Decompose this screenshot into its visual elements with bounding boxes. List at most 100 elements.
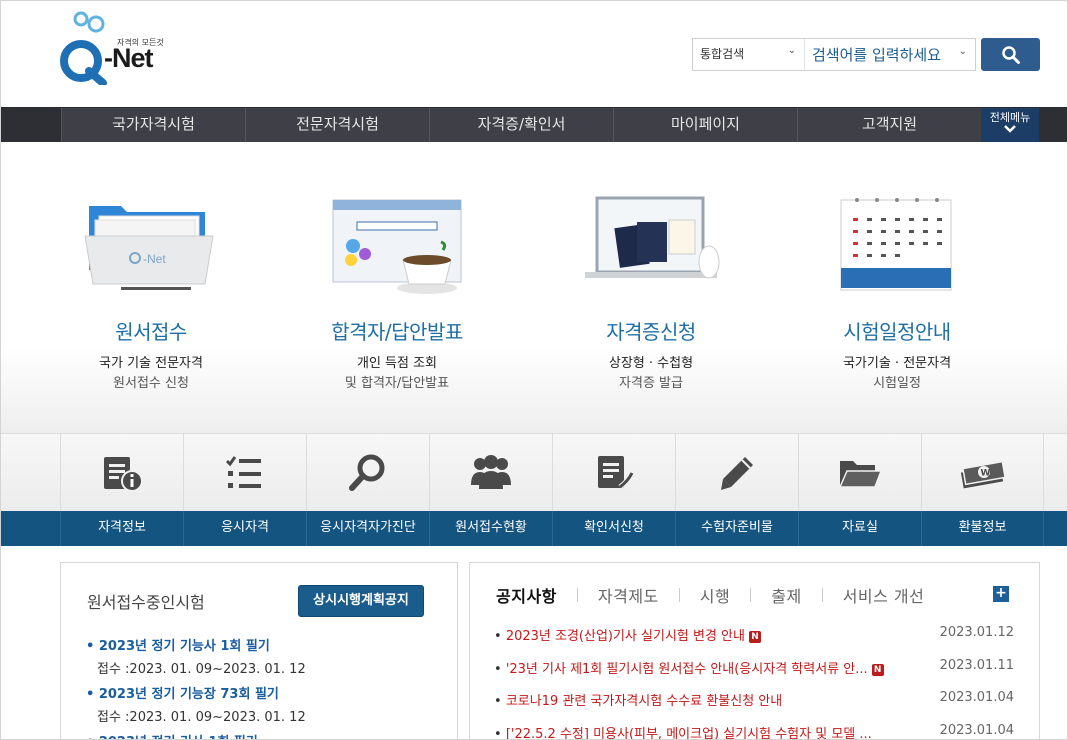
page: 자격의 모든것 -Net 통합검색 ⌄ 검색어를 입력하세요 ⌄ 국가자격시험 … xyxy=(0,0,1068,740)
hero-title: 원서접수 xyxy=(115,320,187,344)
gnb-item-professional[interactable]: 전문자격시험 xyxy=(245,108,429,142)
checklist-icon xyxy=(225,455,261,488)
quick-label-info[interactable]: 자격정보 xyxy=(60,511,183,546)
gnb-right-edge xyxy=(1039,108,1067,142)
notice-row[interactable]: ['22.5.2 수정] 미용사(피부, 메이크업) 실기시험 수험자 및 모델… xyxy=(494,723,1014,739)
hero-title: 자격증신청 xyxy=(606,320,696,344)
quick-label-status[interactable]: 원서접수현황 xyxy=(429,511,552,546)
notice-row[interactable]: 코로나19 관련 국가자격시험 수수료 환불신청 안내 2023.01.04 xyxy=(494,690,1014,710)
svg-text:W: W xyxy=(980,468,990,478)
hero-item-schedule[interactable]: 시험일정안내 국가기술 · 전문자격 시험일정 xyxy=(777,142,1017,434)
folder-icon xyxy=(838,460,883,488)
quick-eligibility-button[interactable] xyxy=(183,434,306,511)
list-item[interactable]: 2023년 정기 기능사 1회 필기 접수 :2023. 01. 09~2023… xyxy=(86,635,306,677)
gnb-item-certificate[interactable]: 자격증/확인서 xyxy=(429,108,613,142)
quick-info-button[interactable] xyxy=(60,434,183,511)
hero-desc: 시험일정 xyxy=(873,376,921,391)
gnb-item-mypage[interactable]: 마이페이지 xyxy=(613,108,797,142)
hero-desc: 자격증 발급 xyxy=(619,376,683,391)
all-menu-button[interactable]: 전체메뉴 xyxy=(981,108,1039,142)
tab-service[interactable]: 서비스 개선 xyxy=(843,583,925,607)
people-icon xyxy=(471,454,511,489)
gnb-item-national[interactable]: 국가자격시험 xyxy=(61,108,245,142)
notice-date: 2023.01.04 xyxy=(939,690,1014,705)
hero-item-application[interactable]: -Net 원서접수 국가 기술 전문자격 원서접수 신청 xyxy=(31,142,271,434)
notice-title[interactable]: ['22.5.2 수정] 미용사(피부, 메이크업) 실기시험 수험자 및 모델… xyxy=(494,723,872,739)
notice-panel: 공지사항 자격제도 시행 출제 서비스 개선 + 2023년 조경(산업)기사 … xyxy=(469,562,1040,739)
exam-title[interactable]: 2023년 정기 기능사 1회 필기 xyxy=(86,635,306,654)
notice-date: 2023.01.12 xyxy=(939,625,1014,640)
hero-sub: 상장형 · 수첩형 xyxy=(608,356,694,371)
quick-refund-button[interactable]: W xyxy=(921,434,1044,511)
search-category-value: 통합검색 xyxy=(700,47,745,61)
tab-divider xyxy=(678,588,680,602)
hero-item-license[interactable]: 자격증신청 상장형 · 수첩형 자격증 발급 xyxy=(531,142,771,434)
tab-question[interactable]: 출제 xyxy=(771,583,801,607)
quick-label-eligibility[interactable]: 응시자격 xyxy=(183,511,306,546)
tab-divider xyxy=(750,588,752,602)
quick-label-refund[interactable]: 환불정보 xyxy=(921,511,1044,546)
open-applications-panel: 원서접수중인시험 상시시행계획공지 2023년 정기 기능사 1회 필기 접수 … xyxy=(60,562,458,739)
notice-title-text: '23년 기사 제1회 필기시험 원서접수 안내(응시자격 학력서류 안... xyxy=(505,662,868,677)
search-box: 통합검색 ⌄ 검색어를 입력하세요 ⌄ xyxy=(692,38,976,71)
quick-menu-icons: W xyxy=(1,434,1067,511)
tab-divider xyxy=(821,588,823,602)
tab-system[interactable]: 자격제도 xyxy=(598,583,659,607)
list-item[interactable]: 2023년 정기 기사 1회 필기 xyxy=(86,731,258,739)
qnet-logo[interactable]: 자격의 모든것 -Net xyxy=(59,11,169,87)
document-pen-icon xyxy=(598,455,635,489)
svg-text:-Net: -Net xyxy=(143,252,166,266)
list-item[interactable]: 2023년 정기 기능장 73회 필기 접수 :2023. 01. 09~202… xyxy=(86,683,306,725)
tab-divider xyxy=(576,588,578,602)
browser-teacup-icon xyxy=(332,199,462,294)
panel-title: 원서접수중인시험 xyxy=(87,593,205,612)
quick-label-confirmation[interactable]: 확인서신청 xyxy=(552,511,675,546)
notice-row[interactable]: 2023년 조경(산업)기사 실기시험 변경 안내N 2023.01.12 xyxy=(494,625,1014,645)
pencil-icon xyxy=(721,456,753,490)
notice-title-text: 2023년 조경(산업)기사 실기시험 변경 안내 xyxy=(505,629,745,644)
magnifier-icon xyxy=(1001,45,1020,64)
quick-menu-labels: 자격정보 응시자격 응시자격자가진단 원서접수현황 확인서신청 수험자준비물 자… xyxy=(1,511,1067,546)
notice-title[interactable]: 코로나19 관련 국가자격시험 수수료 환불신청 안내 xyxy=(494,690,782,709)
hero-item-results[interactable]: 합격자/답안발표 개인 득점 조회 및 합격자/답안발표 xyxy=(277,142,517,434)
schedule-notice-button[interactable]: 상시시행계획공지 xyxy=(298,585,424,617)
quick-label-supplies[interactable]: 수험자준비물 xyxy=(675,511,798,546)
tab-conduct[interactable]: 시행 xyxy=(700,583,730,607)
info-document-icon xyxy=(104,456,143,492)
money-icon: W xyxy=(960,460,1006,488)
quick-supplies-button[interactable] xyxy=(675,434,798,511)
all-menu-label: 전체메뉴 xyxy=(989,111,1031,124)
more-button[interactable]: + xyxy=(993,586,1009,602)
hero-section: -Net 원서접수 국가 기술 전문자격 원서접수 신청 합격자/답안발표 개인… xyxy=(1,142,1067,434)
calendar-icon xyxy=(840,198,952,291)
quick-label-archive[interactable]: 자료실 xyxy=(798,511,921,546)
passport-laptop-icon xyxy=(585,196,720,279)
hero-title: 합격자/답안발표 xyxy=(331,320,463,344)
quick-status-button[interactable] xyxy=(429,434,552,511)
global-nav: 국가자격시험 전문자격시험 자격증/확인서 마이페이지 고객지원 전체메뉴 xyxy=(1,107,1067,142)
chevron-down-icon xyxy=(1004,125,1016,133)
quick-self-diagnosis-button[interactable] xyxy=(306,434,429,511)
tab-notice[interactable]: 공지사항 xyxy=(496,583,557,607)
exam-title[interactable]: 2023년 정기 기사 1회 필기 xyxy=(86,731,258,739)
quick-confirmation-button[interactable] xyxy=(552,434,675,511)
hero-sub: 국가 기술 전문자격 xyxy=(99,356,203,371)
exam-title[interactable]: 2023년 정기 기능장 73회 필기 xyxy=(86,683,306,702)
gnb-item-support[interactable]: 고객지원 xyxy=(797,108,981,142)
search-category-select[interactable]: 통합검색 ⌄ xyxy=(693,39,805,70)
search-input[interactable]: 검색어를 입력하세요 ⌄ xyxy=(805,39,975,70)
quick-label-self-diagnosis[interactable]: 응시자격자가진단 xyxy=(306,511,429,546)
exam-period: 접수 :2023. 01. 09~2023. 01. 12 xyxy=(97,710,306,725)
exam-period: 접수 :2023. 01. 09~2023. 01. 12 xyxy=(97,662,306,677)
notice-tabs: 공지사항 자격제도 시행 출제 서비스 개선 xyxy=(496,583,924,607)
search-icon xyxy=(349,454,385,491)
quick-archive-button[interactable] xyxy=(798,434,921,511)
search-button[interactable] xyxy=(981,38,1040,71)
notice-title[interactable]: '23년 기사 제1회 필기시험 원서접수 안내(응시자격 학력서류 안...N xyxy=(494,658,884,677)
notice-date: 2023.01.11 xyxy=(939,658,1014,673)
chevron-down-icon: ⌄ xyxy=(787,45,796,56)
notice-title[interactable]: 2023년 조경(산업)기사 실기시험 변경 안내N xyxy=(494,625,761,644)
notice-row[interactable]: '23년 기사 제1회 필기시험 원서접수 안내(응시자격 학력서류 안...N… xyxy=(494,658,1014,678)
chevron-down-icon: ⌄ xyxy=(958,46,967,57)
hero-sub: 개인 득점 조회 xyxy=(356,356,438,371)
